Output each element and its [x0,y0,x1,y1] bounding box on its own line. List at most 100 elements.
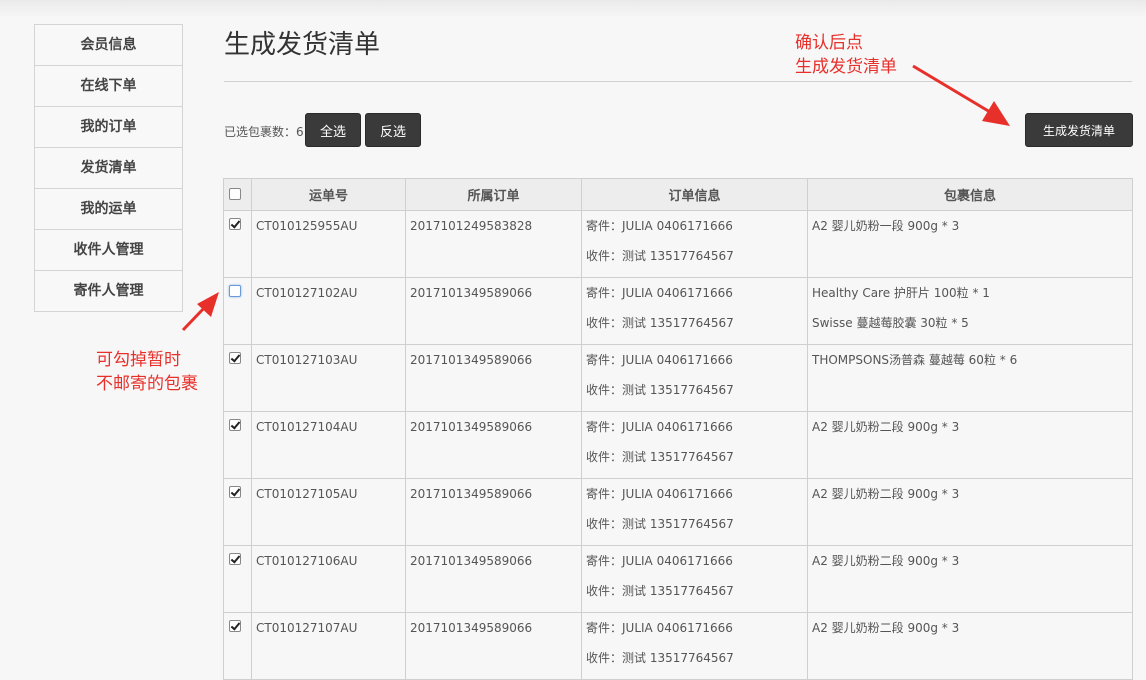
table-row: CT010125955AU 2017101249583828 寄件：JULIA 04… [223,210,1133,278]
select-all-checkbox[interactable] [229,187,241,200]
receiver-info: 收件：测试 13517764567 [586,450,734,464]
parcel-info-cell: A2 婴儿奶粉二段 900g * 3 [807,612,1133,680]
title-divider [224,81,1132,82]
sender-info: 寄件：JULIA 0406171666 [586,219,733,233]
generate-shipping-list-button[interactable]: 生成发货清单 [1025,113,1133,147]
header-tracking: 运单号 [251,178,406,211]
table-row: CT010127104AU 2017101349589066 寄件：JULIA 04… [223,411,1133,479]
tracking-number: CT010127107AU [256,621,358,635]
row-checkbox[interactable] [229,218,241,230]
parcel-table-container: 运单号 所属订单 订单信息 包裹信息 CT010125955AU 20171012… [223,178,1133,680]
tracking-cell: CT010125955AU [251,210,406,278]
tracking-number: CT010127105AU [256,487,358,501]
annotation-uncheck: 可勾掉暂时 不邮寄的包裹 [96,348,198,396]
parcel-item-line: Healthy Care 护肝片 100粒 * 1 [812,286,990,300]
order-number: 2017101349589066 [410,487,533,501]
row-checkbox[interactable] [229,553,241,565]
order-cell: 2017101349589066 [405,277,582,345]
order-number: 2017101349589066 [410,420,533,434]
arrow-to-generate-icon [912,64,1010,126]
parcel-item-line: A2 婴儿奶粉一段 900g * 3 [812,219,960,233]
sender-info: 寄件：JULIA 0406171666 [586,353,733,367]
select-all-button[interactable]: 全选 [305,113,361,147]
table-row: CT010127106AU 2017101349589066 寄件：JULIA 04… [223,545,1133,613]
table-row: CT010127103AU 2017101349589066 寄件：JULIA 04… [223,344,1133,412]
parcel-info-cell: Healthy Care 护肝片 100粒 * 1 Swisse 蔓越莓胶囊 30… [807,277,1133,345]
table-header-row: 运单号 所属订单 订单信息 包裹信息 [223,178,1133,211]
sidebar-nav: 会员信息 在线下单 我的订单 发货清单 我的运单 收件人管理 寄件人管理 [34,24,183,312]
row-checkbox[interactable] [229,285,241,297]
receiver-info: 收件：测试 13517764567 [586,249,734,263]
sidebar-item-online-order[interactable]: 在线下单 [35,66,182,107]
order-cell: 2017101249583828 [405,210,582,278]
row-checkbox-cell [223,612,252,680]
order-info-cell: 寄件：JULIA 0406171666 收件：测试 13517764567 [581,411,808,479]
table-row: CT010127102AU 2017101349589066 寄件：JULIA 04… [223,277,1133,345]
order-cell: 2017101349589066 [405,344,582,412]
sidebar-item-recipients[interactable]: 收件人管理 [35,230,182,271]
header-order-info: 订单信息 [581,178,808,211]
annotation-uncheck-line1: 可勾掉暂时 [96,350,181,370]
parcel-info-cell: A2 婴儿奶粉一段 900g * 3 [807,210,1133,278]
annotation-confirm-line1: 确认后点 [795,33,863,53]
parcel-info-cell: THOMPSONS汤普森 蔓越莓 60粒 * 6 [807,344,1133,412]
row-checkbox[interactable] [229,352,241,364]
row-checkbox[interactable] [229,620,241,632]
receiver-info: 收件：测试 13517764567 [586,584,734,598]
sidebar-item-senders[interactable]: 寄件人管理 [35,271,182,311]
order-info-cell: 寄件：JULIA 0406171666 收件：测试 13517764567 [581,210,808,278]
sender-info: 寄件：JULIA 0406171666 [586,420,733,434]
annotation-uncheck-line2: 不邮寄的包裹 [96,374,198,394]
top-shadow [0,0,1146,18]
tracking-number: CT010127103AU [256,353,358,367]
row-checkbox[interactable] [229,419,241,431]
order-info-cell: 寄件：JULIA 0406171666 收件：测试 13517764567 [581,277,808,345]
parcel-item-line: Swisse 蔓越莓胶囊 30粒 * 5 [812,316,969,330]
parcel-table: 运单号 所属订单 订单信息 包裹信息 CT010125955AU 20171012… [223,178,1133,680]
row-checkbox-cell [223,277,252,345]
order-info-cell: 寄件：JULIA 0406171666 收件：测试 13517764567 [581,344,808,412]
parcel-item-line: THOMPSONS汤普森 蔓越莓 60粒 * 6 [812,353,1018,367]
order-number: 2017101249583828 [410,219,533,233]
table-row: CT010127107AU 2017101349589066 寄件：JULIA 04… [223,612,1133,680]
selected-count-text: 已选包裹数： [224,125,297,139]
tracking-number: CT010127102AU [256,286,358,300]
tracking-number: CT010127104AU [256,420,358,434]
annotation-confirm-line2: 生成发货清单 [795,57,897,77]
order-number: 2017101349589066 [410,621,533,635]
sidebar-item-my-orders[interactable]: 我的订单 [35,107,182,148]
invert-selection-button[interactable]: 反选 [365,113,421,147]
sidebar-item-member-info[interactable]: 会员信息 [35,25,182,66]
order-cell: 2017101349589066 [405,545,582,613]
parcel-info-cell: A2 婴儿奶粉二段 900g * 3 [807,478,1133,546]
order-info-cell: 寄件：JULIA 0406171666 收件：测试 13517764567 [581,545,808,613]
tracking-cell: CT010127103AU [251,344,406,412]
tracking-cell: CT010127106AU [251,545,406,613]
parcel-info-cell: A2 婴儿奶粉二段 900g * 3 [807,411,1133,479]
tracking-number: CT010127106AU [256,554,358,568]
order-cell: 2017101349589066 [405,411,582,479]
row-checkbox-cell [223,411,252,479]
sidebar-item-my-waybills[interactable]: 我的运单 [35,189,182,230]
sidebar-item-shipping-list[interactable]: 发货清单 [35,148,182,189]
sender-info: 寄件：JULIA 0406171666 [586,621,733,635]
parcel-item-line: A2 婴儿奶粉二段 900g * 3 [812,554,960,568]
sender-info: 寄件：JULIA 0406171666 [586,554,733,568]
row-checkbox-cell [223,478,252,546]
header-order: 所属订单 [405,178,582,211]
parcel-info-cell: A2 婴儿奶粉二段 900g * 3 [807,545,1133,613]
table-row: CT010127105AU 2017101349589066 寄件：JULIA 04… [223,478,1133,546]
selected-count-value: 6 [296,125,304,139]
parcel-item-line: A2 婴儿奶粉二段 900g * 3 [812,487,960,501]
order-number: 2017101349589066 [410,353,533,367]
header-parcel-info: 包裹信息 [807,178,1133,211]
order-cell: 2017101349589066 [405,478,582,546]
row-checkbox[interactable] [229,486,241,498]
sender-info: 寄件：JULIA 0406171666 [586,487,733,501]
parcel-item-line: A2 婴儿奶粉二段 900g * 3 [812,621,960,635]
arrow-to-checkbox-icon [181,292,219,332]
parcel-item-line: A2 婴儿奶粉二段 900g * 3 [812,420,960,434]
annotation-confirm: 确认后点 生成发货清单 [795,31,897,79]
order-cell: 2017101349589066 [405,612,582,680]
tracking-cell: CT010127104AU [251,411,406,479]
